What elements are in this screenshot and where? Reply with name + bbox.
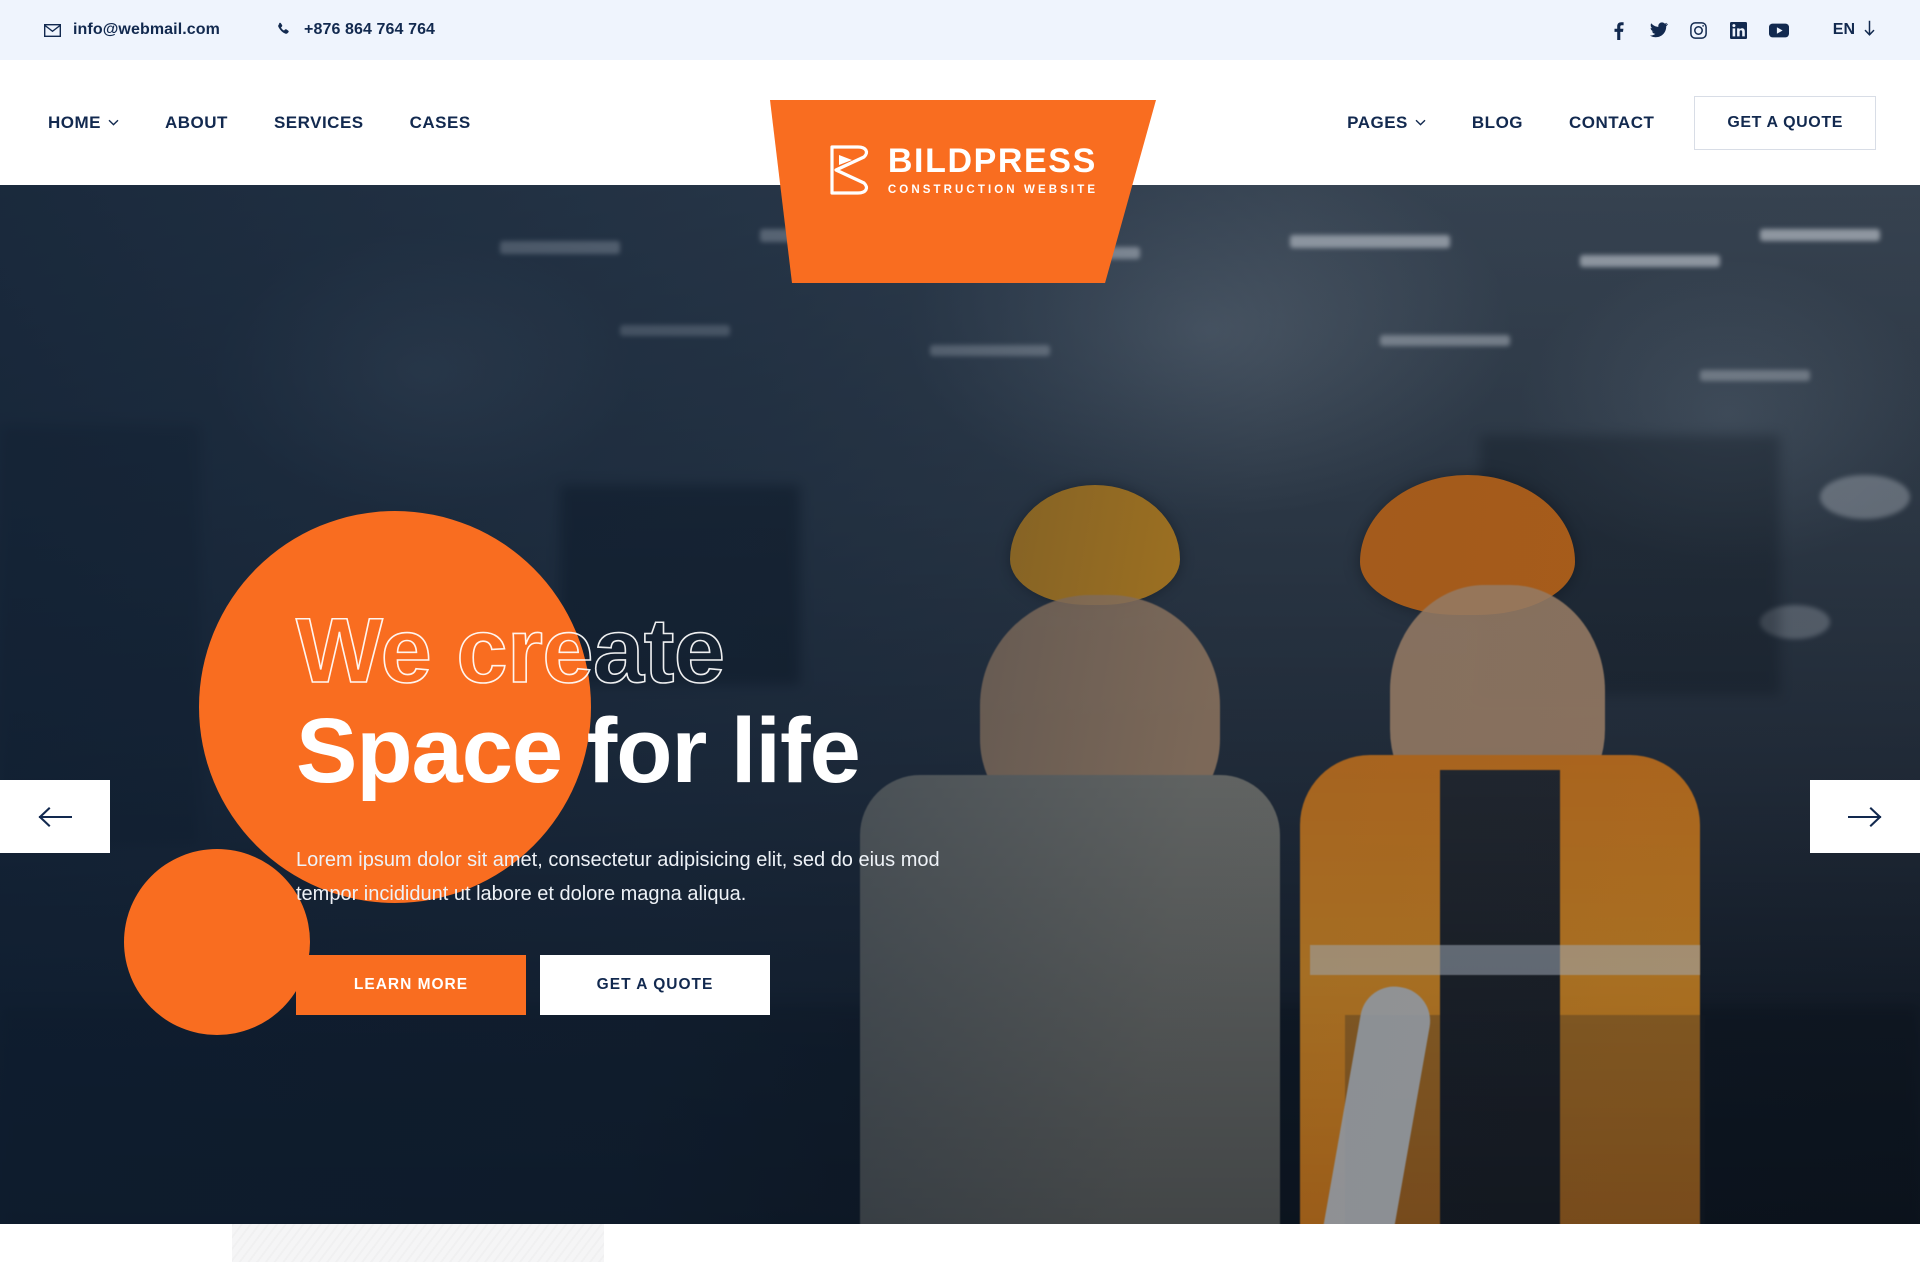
nav-item-cases-label: CASES (409, 112, 471, 132)
topbar-phone[interactable]: +876 864 764 764 (276, 21, 435, 39)
arrow-right-icon (1848, 806, 1882, 827)
chevron-down-icon (108, 119, 119, 126)
hero-buttons: LEARN MORE GET A QUOTE (296, 955, 1056, 1016)
feature-label: WHAT WE HAVE (1042, 1258, 1224, 1262)
trowel-icon (1348, 1258, 1392, 1262)
hero-content: We create Space for life Lorem ipsum dol… (295, 600, 1056, 1016)
nav-item-services-label: SERVICES (273, 112, 364, 132)
youtube-icon[interactable] (1759, 10, 1799, 50)
nav-item-services[interactable]: SERVICES (274, 113, 364, 133)
feature-strip: WHO WE ARE OUR MISSION WHAT WE HAVE (0, 1224, 1920, 1262)
hero-heading-solid: Space for life (296, 699, 861, 802)
topbar-social-and-language: EN (1599, 10, 1876, 50)
topbar: info@webmail.com +876 864 764 764 EN (0, 0, 1920, 60)
slider-next-button[interactable] (1810, 780, 1920, 853)
nav-item-blog[interactable]: BLOG (1472, 113, 1523, 133)
nav-item-blog-label: BLOG (1471, 112, 1524, 132)
bildpress-mark-icon (828, 144, 875, 196)
topbar-email-text: info@webmail.com (73, 21, 220, 38)
pipe-valve-icon (232, 1258, 276, 1262)
feature-item-safety-first[interactable]: SAFETY FIRST (1348, 1224, 1720, 1262)
hero-learn-more-button[interactable]: LEARN MORE (296, 955, 526, 1016)
logo-tagline: CONSTRUCTION WEBSITE (887, 184, 1099, 196)
instagram-icon[interactable] (1679, 10, 1719, 50)
nav-item-about[interactable]: ABOUT (165, 113, 228, 133)
arrow-down-icon (1863, 20, 1876, 41)
hard-hat-icon (976, 1258, 1020, 1262)
feature-item-who-we-are[interactable]: WHO WE ARE (232, 1224, 604, 1262)
hero-decor-circle-small (124, 849, 310, 1035)
feature-item-our-mission[interactable]: OUR MISSION (604, 1224, 976, 1262)
primary-nav-left: HOME ABOUT SERVICES CASES (48, 113, 471, 133)
paint-roller-icon (604, 1258, 648, 1262)
language-selector[interactable]: EN (1833, 20, 1876, 41)
slider-prev-button[interactable] (0, 780, 110, 853)
nav-item-cases[interactable]: CASES (410, 113, 471, 133)
topbar-contacts: info@webmail.com +876 864 764 764 (44, 21, 435, 39)
logo-name: BILDPRESS (887, 142, 1097, 180)
hero-heading-outline: We create (295, 600, 726, 702)
arrow-left-icon (38, 806, 72, 827)
site-logo[interactable]: BILDPRESS CONSTRUCTION WEBSITE (770, 100, 1156, 283)
chevron-down-icon (1415, 119, 1426, 126)
hero-paragraph: Lorem ipsum dolor sit amet, consectetur … (296, 848, 940, 906)
nav-item-home-label: HOME (48, 112, 101, 132)
facebook-icon[interactable] (1599, 10, 1639, 50)
envelope-icon (44, 23, 61, 37)
hero-slider: We create Space for life Lorem ipsum dol… (0, 185, 1920, 1224)
twitter-icon[interactable] (1639, 10, 1679, 50)
feature-label: OUR MISSION (670, 1258, 827, 1262)
linkedin-icon[interactable] (1719, 10, 1759, 50)
feature-label: WHO WE ARE (298, 1258, 454, 1262)
header-get-a-quote-button[interactable]: GET A QUOTE (1694, 95, 1876, 150)
logo-text: BILDPRESS CONSTRUCTION WEBSITE (888, 144, 1098, 197)
feature-item-what-we-have[interactable]: WHAT WE HAVE (976, 1224, 1348, 1262)
main-header: HOME ABOUT SERVICES CASES PAGES BLOG CON… (0, 60, 1920, 283)
primary-nav-right: PAGES BLOG CONTACT (1347, 113, 1654, 133)
logo-content: BILDPRESS CONSTRUCTION WEBSITE (770, 144, 1156, 197)
nav-item-about-label: ABOUT (165, 112, 228, 132)
hero-get-a-quote-button[interactable]: GET A QUOTE (540, 955, 770, 1016)
nav-item-home[interactable]: HOME (48, 113, 119, 133)
language-label: EN (1832, 21, 1855, 38)
nav-item-pages-label: PAGES (1347, 112, 1408, 132)
nav-item-pages[interactable]: PAGES (1347, 113, 1426, 133)
topbar-phone-text: +876 864 764 764 (304, 21, 436, 38)
nav-item-contact-label: CONTACT (1569, 112, 1655, 132)
feature-label: SAFETY FIRST (1414, 1258, 1580, 1262)
phone-icon (276, 22, 292, 38)
topbar-email[interactable]: info@webmail.com (44, 21, 220, 39)
nav-item-contact[interactable]: CONTACT (1569, 113, 1654, 133)
